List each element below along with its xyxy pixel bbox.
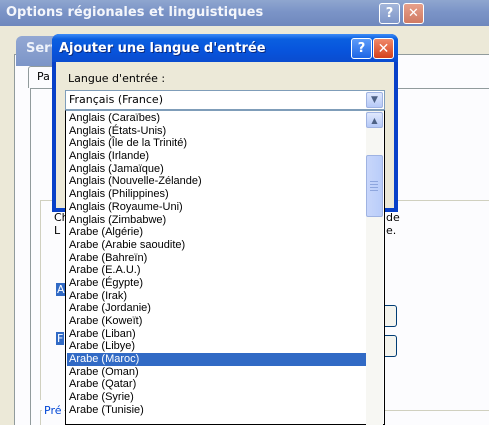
dropdown-list-item[interactable]: Arabe (Égypte) xyxy=(67,277,367,290)
dialog-help-button[interactable]: ? xyxy=(351,38,372,59)
dropdown-list-item[interactable]: Arabe (Jordanie) xyxy=(67,302,367,315)
dropdown-list-item[interactable]: Arabe (Oman) xyxy=(67,366,367,379)
selected-item-fragment[interactable]: F xyxy=(56,332,65,345)
input-language-label: Langue d'entrée : xyxy=(68,72,166,85)
dropdown-list-item[interactable]: Arabe (Tunisie) xyxy=(67,404,367,417)
dropdown-list-item[interactable]: Arabe (E.A.U.) xyxy=(67,264,367,277)
regional-options-help-button[interactable]: ? xyxy=(379,3,400,24)
dropdown-list-item[interactable]: Arabe (Syrie) xyxy=(67,391,367,404)
dialog-title: Ajouter une langue d'entrée xyxy=(52,34,398,62)
chevron-down-icon[interactable]: ▼ xyxy=(366,92,383,108)
dropdown-list-item[interactable]: Anglais (Royaume-Uni) xyxy=(67,201,367,214)
dropdown-list-item[interactable]: Anglais (Zimbabwe) xyxy=(67,214,367,227)
dropdown-list-item[interactable]: Arabe (Algérie) xyxy=(67,226,367,239)
dropdown-list-item[interactable]: Anglais (États-Unis) xyxy=(67,125,367,138)
dropdown-list-item[interactable]: Arabe (Liban) xyxy=(67,328,367,341)
dialog-close-button[interactable]: ✕ xyxy=(373,38,394,59)
dropdown-list-item[interactable]: Arabe (Maroc) xyxy=(67,353,367,366)
text-fragment: L xyxy=(54,224,61,237)
preferences-group-label: Pré xyxy=(42,404,64,417)
dropdown-list-item[interactable]: Anglais (Jamaïque) xyxy=(67,163,367,176)
dropdown-list-item[interactable]: Arabe (Libye) xyxy=(67,340,367,353)
button-fragment[interactable] xyxy=(385,335,397,357)
dropdown-items: Anglais (Caraïbes) Anglais (États-Unis) An… xyxy=(67,112,367,417)
dropdown-list-item[interactable]: Arabe (Koweït) xyxy=(67,315,367,328)
dropdown-list-item[interactable]: Anglais (Irlande) xyxy=(67,150,367,163)
dropdown-list-item[interactable]: Arabe (Qatar) xyxy=(67,378,367,391)
input-language-dropdown-list[interactable]: Anglais (Caraïbes) Anglais (États-Unis) An… xyxy=(65,110,385,425)
regional-options-close-button[interactable]: ✕ xyxy=(403,3,424,24)
dropdown-list-item[interactable]: Arabe (Arabie saoudite) xyxy=(67,239,367,252)
dropdown-list-item[interactable]: Anglais (Philippines) xyxy=(67,188,367,201)
text-fragment: e. xyxy=(386,224,397,237)
scrollbar-thumb[interactable] xyxy=(366,155,383,217)
thumb-grip-line xyxy=(370,187,378,188)
scroll-up-icon[interactable]: ▲ xyxy=(366,112,383,128)
thumb-grip-line xyxy=(370,190,378,191)
dropdown-list-item[interactable]: Anglais (Île de la Trinité) xyxy=(67,137,367,150)
dropdown-list-item[interactable]: Arabe (Bahreïn) xyxy=(67,252,367,265)
dropdown-list-item[interactable]: Anglais (Nouvelle-Zélande) xyxy=(67,175,367,188)
thumb-grip-line xyxy=(370,181,378,182)
text-fragment: de xyxy=(386,211,400,224)
thumb-grip-line xyxy=(370,184,378,185)
input-language-selected-value[interactable]: Français (France) xyxy=(69,93,163,106)
dropdown-list-item[interactable]: Arabe (Irak) xyxy=(67,290,367,303)
dropdown-list-item[interactable]: Anglais (Caraïbes) xyxy=(67,112,367,125)
button-fragment[interactable] xyxy=(385,305,397,327)
